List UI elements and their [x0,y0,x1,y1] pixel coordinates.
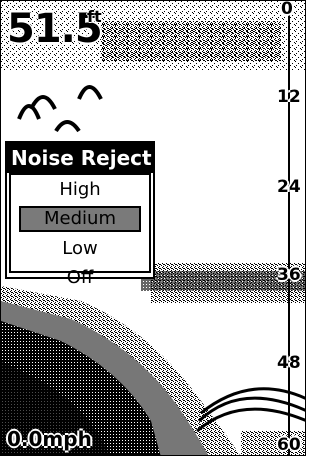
depth-unit: ft [87,7,102,26]
scale-label-36: 36 [277,265,301,285]
fish-arches [17,85,103,133]
scale-label-60: 60 [277,435,301,455]
speed-readout: 0.0mph [7,427,92,451]
menu-option-medium[interactable]: Medium [19,206,141,232]
menu-option-low[interactable]: Low [11,234,149,263]
scale-label-0: 0 [281,0,293,19]
sonar-screen: 51.5 ft 0 12 24 36 48 60 0.0mph Noise Re… [0,0,306,456]
depth-scale-line [288,1,290,455]
menu-option-high[interactable]: High [11,175,149,204]
menu-option-off[interactable]: Off [11,263,149,292]
menu-options: High Medium Low Off [9,173,151,288]
scale-label-48: 48 [277,353,301,373]
menu-title: Noise Reject [7,143,153,173]
noise-reject-menu: Noise Reject High Medium Low Off [5,141,155,288]
scale-label-12: 12 [277,87,301,107]
scale-label-24: 24 [277,177,301,197]
